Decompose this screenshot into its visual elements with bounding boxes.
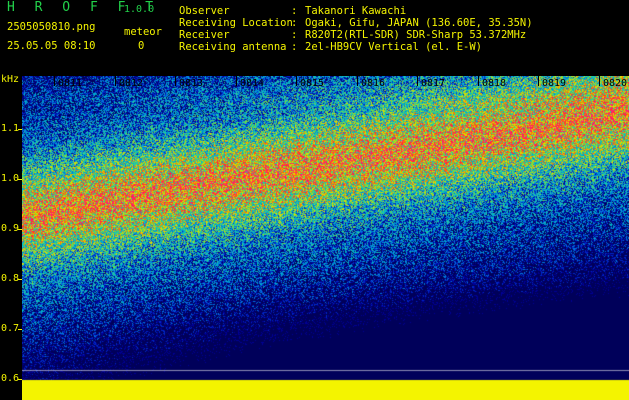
time-tick-mark <box>115 76 116 86</box>
capture-timestamp: 25.05.05 08:10 <box>7 40 96 52</box>
frequency-unit-label: kHz <box>1 74 20 85</box>
time-tick-label: 0814 <box>240 78 265 89</box>
app-version: 1.0.0 <box>124 4 155 15</box>
time-tick-label: 0819 <box>542 78 567 89</box>
time-tick-mark <box>236 76 237 86</box>
frequency-tick-mark <box>18 129 22 130</box>
antenna-separator: : <box>291 41 298 53</box>
frequency-tick-mark <box>18 279 22 280</box>
spectrogram-canvas <box>22 76 629 400</box>
location-value: Ogaki, Gifu, JAPAN (136.60E, 35.35N) <box>305 17 533 29</box>
time-tick-mark <box>54 76 55 86</box>
time-tick-mark <box>417 76 418 86</box>
time-tick-label: 0811 <box>58 78 83 89</box>
time-tick-mark <box>599 76 600 86</box>
frequency-tick-label: 1.1 <box>1 123 20 134</box>
receiver-label: Receiver <box>179 29 230 41</box>
antenna-value: 2el-HB9CV Vertical (el. E-W) <box>305 41 483 53</box>
time-tick-label: 0813 <box>179 78 204 89</box>
time-tick-mark <box>357 76 358 86</box>
frequency-tick-label: 0.8 <box>1 273 20 284</box>
time-tick-mark <box>538 76 539 86</box>
time-tick-label: 0820 <box>603 78 628 89</box>
frequency-tick-mark <box>18 329 22 330</box>
image-filename: 2505050810.png <box>7 21 96 33</box>
spectrogram-area <box>22 76 629 400</box>
receiver-separator: : <box>291 29 298 41</box>
observer-label: Observer <box>179 5 230 17</box>
time-tick-mark <box>478 76 479 86</box>
receiver-value: R820T2(RTL-SDR) SDR-Sharp 53.372MHz <box>305 29 527 41</box>
frequency-tick-mark <box>18 179 22 180</box>
time-tick-label: 0812 <box>119 78 144 89</box>
frequency-tick-label: 1.0 <box>1 173 20 184</box>
meteor-count: 0 <box>138 40 145 52</box>
frequency-tick-label: 0.9 <box>1 223 20 234</box>
observer-separator: : <box>291 5 298 17</box>
time-tick-mark <box>175 76 176 86</box>
frequency-tick-mark <box>18 379 22 380</box>
location-separator: : <box>291 17 298 29</box>
meteor-label: meteor <box>124 26 162 38</box>
location-label: Receiving Location <box>179 17 293 29</box>
time-tick-label: 0818 <box>482 78 507 89</box>
frequency-tick-label: 0.7 <box>1 323 20 334</box>
time-tick-mark <box>296 76 297 86</box>
frequency-tick-mark <box>18 229 22 230</box>
time-tick-label: 0815 <box>300 78 325 89</box>
antenna-label: Receiving antenna <box>179 41 287 53</box>
time-tick-label: 0817 <box>421 78 446 89</box>
time-tick-label: 0816 <box>361 78 386 89</box>
observer-value: Takanori Kawachi <box>305 5 407 17</box>
frequency-tick-label: 0.6 <box>1 373 20 384</box>
